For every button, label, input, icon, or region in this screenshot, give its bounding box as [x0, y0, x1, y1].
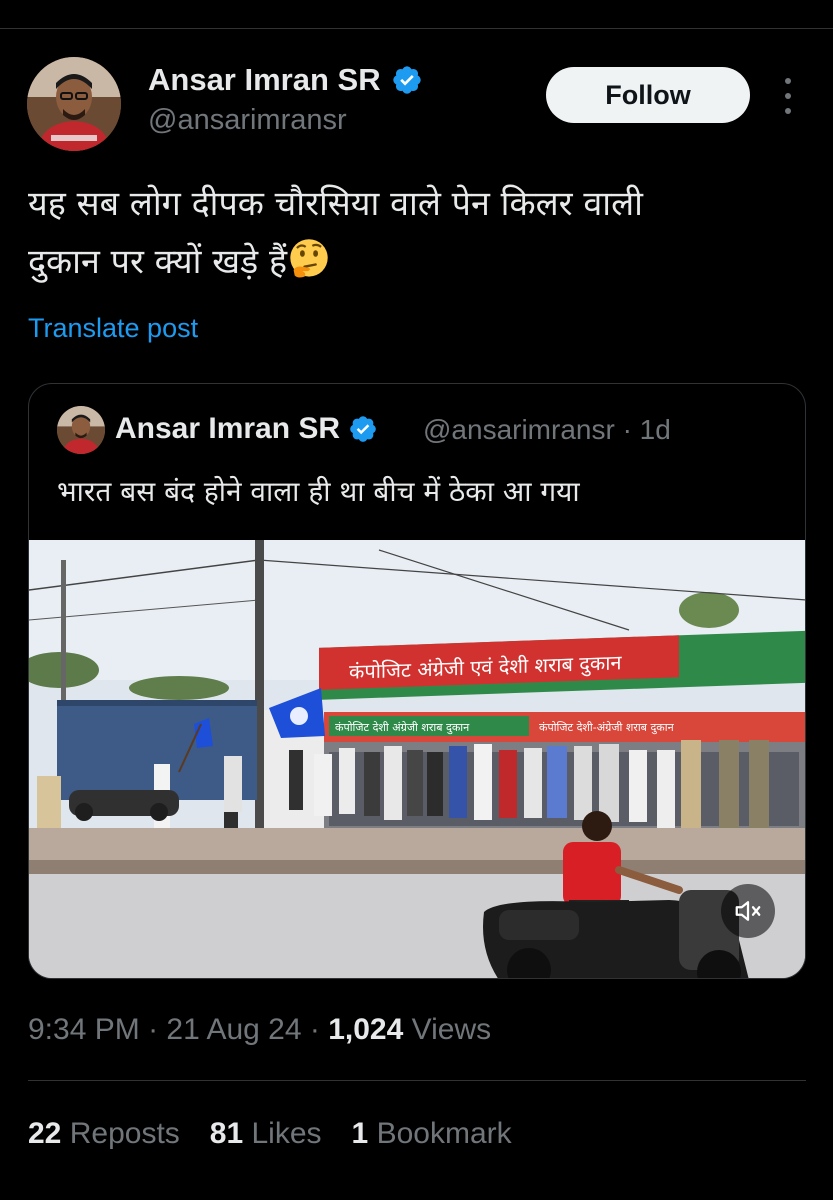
- quoted-avatar[interactable]: [57, 406, 105, 454]
- translate-post-link[interactable]: Translate post: [28, 313, 198, 344]
- engagement-stats: 22 Reposts 81 Likes 1 Bookmark: [28, 1117, 512, 1151]
- likes-label: Likes: [251, 1117, 322, 1150]
- likes-stat[interactable]: 81 Likes: [210, 1117, 322, 1151]
- author-handle[interactable]: @ansarimransr: [148, 104, 347, 137]
- meta-separator-2: ·: [309, 1013, 329, 1046]
- post-text: यह सब लोग दीपक चौरसिया वाले पेन किलर वाल…: [28, 175, 808, 291]
- bookmarks-count: 1: [351, 1117, 369, 1150]
- reposts-label: Reposts: [69, 1117, 180, 1150]
- bookmarks-label: Bookmark: [376, 1117, 512, 1150]
- mute-button[interactable]: [721, 884, 775, 938]
- post-meta: 9:34 PM · 21 Aug 24 · 1,024 Views: [28, 1013, 491, 1047]
- video-frame: कंपोजिट अंग्रेजी एवं देशी शराब दुकान कंप…: [29, 540, 805, 978]
- quoted-post-text: भारत बस बंद होने वाला ही था बीच में ठेका…: [57, 475, 580, 508]
- views-label: Views: [411, 1013, 492, 1046]
- quoted-video[interactable]: कंपोजिट अंग्रेजी एवं देशी शराब दुकान कंप…: [29, 540, 805, 978]
- follow-button[interactable]: Follow: [546, 67, 750, 123]
- quoted-post-card[interactable]: Ansar Imran SR @ansarimransr · 1d भारत ब…: [28, 383, 806, 979]
- avatar[interactable]: [27, 57, 121, 151]
- post-date[interactable]: 21 Aug 24: [166, 1013, 301, 1046]
- shop-sign-bottom-left: कंपोजिट देशी अंग्रेजी शराब दुकान: [335, 721, 470, 735]
- meta-separator: ·: [148, 1013, 167, 1046]
- post-text-line-2-text: दुकान पर क्यों खड़े हैं: [28, 242, 288, 282]
- author-name-text[interactable]: Ansar Imran SR: [148, 62, 381, 98]
- quoted-verified-badge-icon: [350, 416, 376, 442]
- likes-count: 81: [209, 1117, 244, 1150]
- reposts-count: 22: [28, 1117, 62, 1150]
- bookmarks-stat[interactable]: 1 Bookmark: [352, 1117, 512, 1151]
- post-time[interactable]: 9:34 PM: [28, 1013, 140, 1046]
- post-text-line-2: दुकान पर क्यों खड़े हैं: [28, 233, 808, 291]
- quoted-author-name[interactable]: Ansar Imran SR: [115, 412, 378, 446]
- muted-speaker-icon: [735, 901, 761, 921]
- verified-badge-icon: [392, 66, 421, 94]
- views-count: 1,024: [328, 1013, 404, 1046]
- shop-sign-bottom-right: कंपोजिट देशी-अंग्रेजी शराब दुकान: [539, 721, 675, 735]
- thinking-face-emoji-icon: [290, 239, 328, 278]
- post-text-line-1: यह सब लोग दीपक चौरसिया वाले पेन किलर वाल…: [28, 184, 643, 224]
- quoted-handle-time: @ansarimransr · 1d: [423, 414, 671, 445]
- quoted-author-name-text[interactable]: Ansar Imran SR: [115, 412, 340, 446]
- reposts-stat[interactable]: 22 Reposts: [28, 1117, 180, 1151]
- top-divider: [0, 28, 833, 29]
- author-name[interactable]: Ansar Imran SR: [148, 62, 423, 98]
- more-options-icon[interactable]: [776, 78, 800, 114]
- stats-divider: [28, 1080, 806, 1081]
